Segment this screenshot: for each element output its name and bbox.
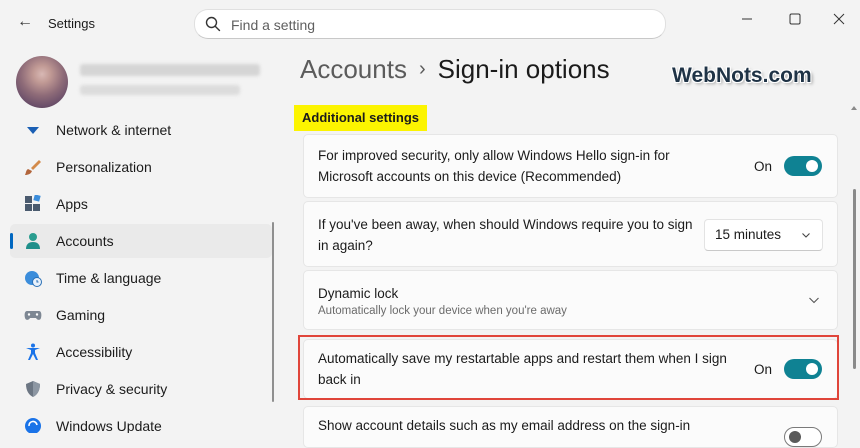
close-icon[interactable] (824, 8, 854, 30)
accessibility-icon (26, 343, 40, 360)
search-input[interactable]: Find a setting (231, 17, 315, 33)
sidebar-item-gaming[interactable]: Gaming (10, 298, 272, 332)
shield-icon (26, 381, 40, 397)
sidebar-item-label: Privacy & security (56, 381, 168, 397)
profile-email-redacted (80, 85, 240, 95)
setting-label: Automatically save my restartable apps a… (318, 351, 727, 387)
section-header: Additional settings (294, 105, 427, 131)
sidebar-item-accounts[interactable]: Accounts (10, 224, 272, 258)
person-icon (26, 233, 40, 249)
chevron-down-icon[interactable] (808, 295, 820, 305)
toggle-state-label: On (754, 362, 773, 377)
breadcrumb: Accounts › Sign-in options (300, 54, 610, 85)
setting-card-require-sign-in: If you've been away, when should Windows… (303, 201, 838, 267)
setting-card-restart-apps: Automatically save my restartable apps a… (303, 339, 838, 399)
sidebar-item-accessibility[interactable]: Accessibility (10, 335, 272, 369)
sidebar-scrollbar[interactable] (272, 222, 274, 402)
scroll-up-arrow-icon[interactable] (850, 104, 858, 112)
dropdown-value: 15 minutes (715, 227, 782, 242)
sidebar-item-label: Accessibility (56, 344, 133, 360)
sidebar-item-time-language[interactable]: Time & language (10, 261, 272, 295)
sidebar-item-label: Apps (56, 196, 88, 212)
page-title: Sign-in options (437, 54, 610, 84)
setting-label: For improved security, only allow Window… (318, 148, 670, 184)
windows-hello-toggle[interactable] (784, 156, 822, 176)
restart-apps-toggle[interactable] (784, 359, 822, 379)
update-icon (25, 418, 41, 433)
profile-name-redacted (80, 64, 260, 76)
setting-card-windows-hello-only: For improved security, only allow Window… (303, 134, 838, 198)
sidebar-item-network[interactable]: Network & internet (10, 118, 272, 147)
require-sign-in-dropdown[interactable]: 15 minutes (704, 219, 823, 251)
sidebar-item-apps[interactable]: Apps (10, 187, 272, 221)
search-box[interactable]: Find a setting (194, 9, 666, 39)
minimize-icon[interactable] (732, 8, 762, 30)
sidebar-item-label: Time & language (56, 270, 162, 286)
sidebar-item-windows-update[interactable]: Windows Update (10, 409, 272, 433)
apps-icon (25, 195, 41, 211)
sidebar-nav: Network & internet Personalization Apps (0, 118, 285, 433)
sidebar-item-privacy-security[interactable]: Privacy & security (10, 372, 272, 406)
breadcrumb-separator: › (418, 58, 426, 80)
sidebar-item-personalization[interactable]: Personalization (10, 150, 272, 184)
title-bar: ← Settings Find a setting (0, 0, 860, 46)
app-title: Settings (48, 16, 95, 31)
setting-label: If you've been away, when should Windows… (318, 217, 693, 253)
network-icon (27, 127, 39, 134)
brush-icon (25, 160, 41, 175)
sidebar-item-label: Accounts (56, 233, 114, 249)
setting-title: Dynamic lock (318, 286, 399, 301)
settings-window: ← Settings Find a setting Network & inte… (0, 0, 860, 448)
toggle-state-label: On (754, 159, 773, 174)
sidebar-item-label: Gaming (56, 307, 106, 323)
setting-card-show-account-details: Show account details such as my email ad… (303, 406, 838, 448)
back-arrow-icon[interactable]: ← (16, 13, 34, 31)
watermark-logo: WebNots.com (672, 64, 812, 87)
sidebar-item-label: Network & internet (56, 122, 172, 138)
content-scrollbar[interactable] (849, 104, 859, 433)
chevron-down-icon (802, 233, 810, 238)
maximize-icon[interactable] (780, 8, 810, 30)
setting-card-dynamic-lock[interactable]: Dynamic lock Automatically lock your dev… (303, 270, 838, 330)
sidebar-item-label: Windows Update (56, 418, 162, 433)
search-icon (205, 16, 221, 32)
show-account-details-toggle[interactable] (784, 427, 822, 447)
scrollbar-thumb[interactable] (853, 189, 856, 369)
selection-indicator (10, 233, 13, 249)
breadcrumb-parent[interactable]: Accounts (300, 54, 407, 84)
sidebar-item-label: Personalization (56, 159, 152, 175)
gamepad-icon (24, 311, 42, 320)
setting-description: Automatically lock your device when you'… (318, 305, 567, 317)
globe-clock-icon (25, 271, 42, 287)
avatar[interactable] (16, 56, 68, 108)
